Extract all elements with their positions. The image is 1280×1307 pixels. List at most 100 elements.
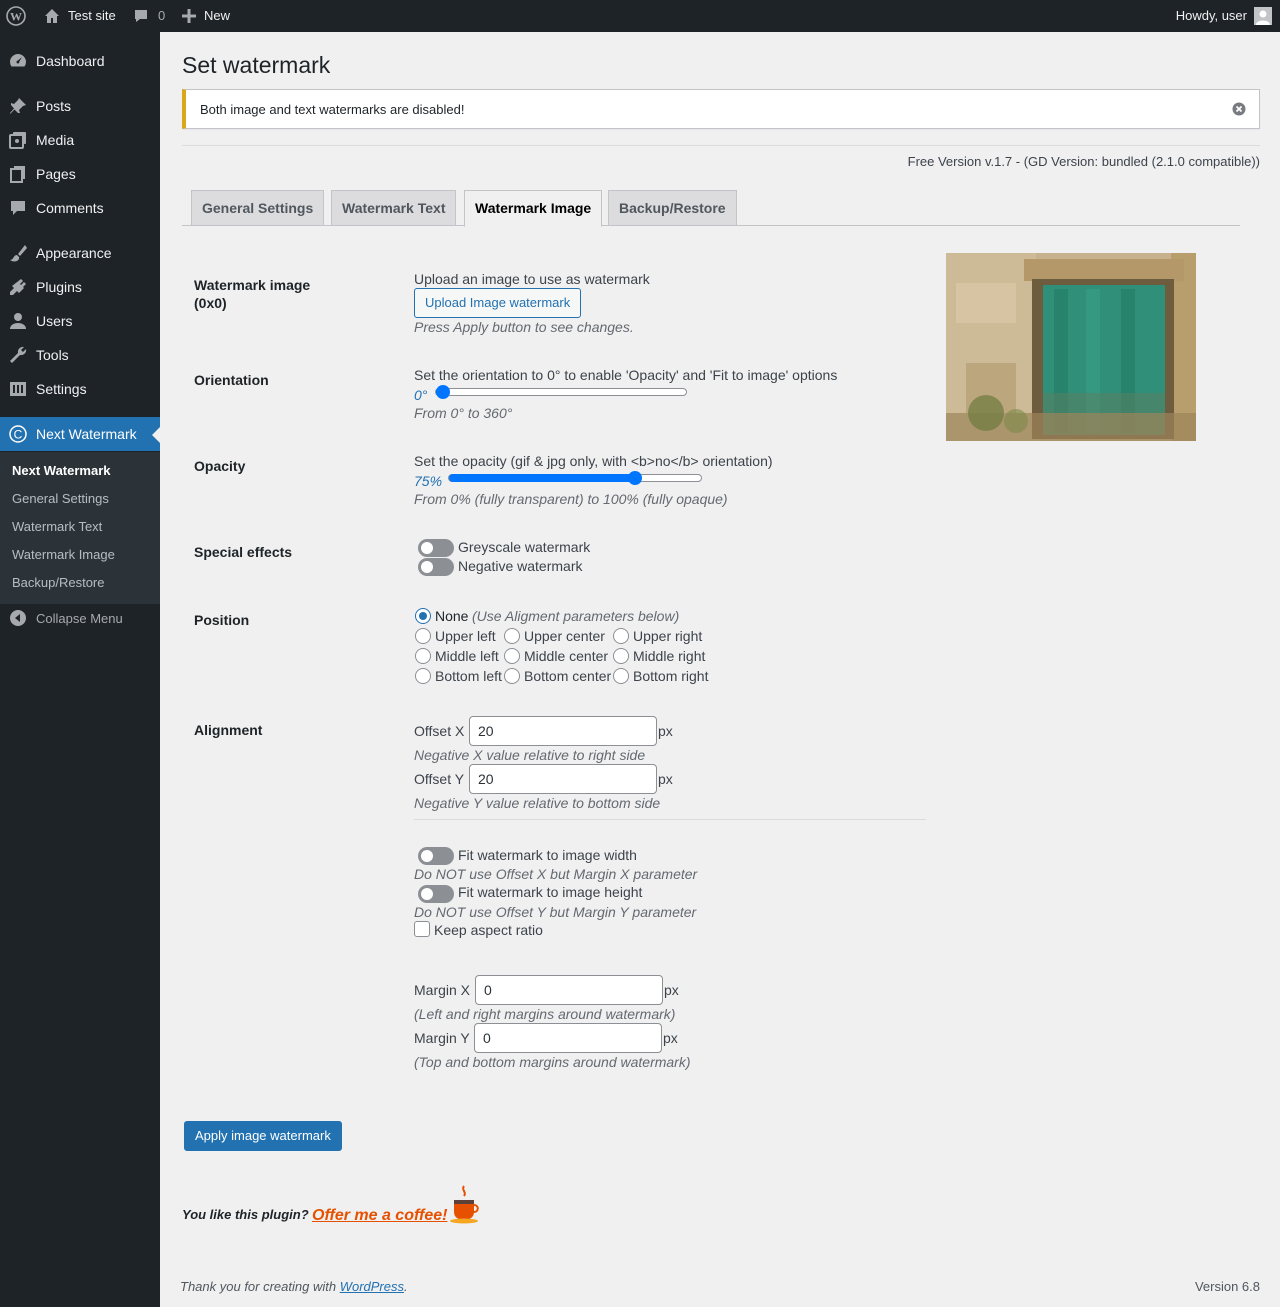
margin-x-input[interactable]: 0: [475, 975, 663, 1005]
opacity-slider[interactable]: [448, 471, 702, 485]
copyright-icon: C: [0, 424, 36, 444]
new-content-link[interactable]: New: [182, 0, 230, 32]
opacity-slider-thumb[interactable]: [628, 471, 642, 485]
sidebar-item-posts[interactable]: Posts: [0, 89, 160, 123]
dismiss-icon[interactable]: [1231, 101, 1247, 117]
submenu-item-next-watermark[interactable]: Next Watermark: [12, 463, 111, 478]
comment-icon: [0, 198, 36, 218]
howdy-text: Howdy, user: [1175, 8, 1247, 23]
tab-watermark-image[interactable]: Watermark Image: [464, 190, 603, 227]
sidebar-item-pages[interactable]: Pages: [0, 157, 160, 191]
next-watermark-submenu: Next Watermark General Settings Watermar…: [0, 452, 160, 604]
comment-bubble-icon: [133, 8, 149, 24]
offer-coffee-link[interactable]: Offer me a coffee!: [312, 1207, 447, 1225]
margin-x-hint: (Left and right margins around watermark…: [414, 1006, 676, 1022]
fit-height-toggle[interactable]: [418, 885, 454, 903]
sidebar-item-appearance[interactable]: Appearance: [0, 236, 160, 270]
opacity-hint: From 0% (fully transparent) to 100% (ful…: [414, 491, 728, 507]
position-upper-center-label: Upper center: [524, 628, 605, 644]
position-bottom-right-label: Bottom right: [633, 668, 709, 684]
submenu-item-general-settings[interactable]: General Settings: [12, 491, 109, 506]
position-none-radio[interactable]: [415, 608, 431, 624]
sidebar-item-next-watermark[interactable]: C Next Watermark: [0, 417, 160, 451]
offset-x-input[interactable]: 20: [469, 716, 657, 746]
keep-aspect-checkbox[interactable]: [414, 921, 430, 937]
watermark-preview-image: [946, 253, 1196, 441]
position-middle-left-radio[interactable]: [415, 648, 431, 664]
sidebar-item-label: Users: [36, 313, 73, 329]
margin-y-label: Margin Y: [414, 1030, 470, 1046]
site-name-link[interactable]: Test site: [44, 0, 116, 32]
warning-notice: Both image and text watermarks are disab…: [182, 89, 1260, 129]
fit-width-toggle[interactable]: [418, 847, 454, 865]
apply-hint: Press Apply button to see changes.: [414, 319, 634, 335]
position-none-hint: (Use Aligment parameters below): [472, 608, 680, 624]
collapse-arrow-icon: [0, 609, 36, 627]
submenu-item-watermark-text[interactable]: Watermark Text: [12, 519, 102, 534]
offset-x-hint: Negative X value relative to right side: [414, 747, 646, 763]
orientation-slider-thumb[interactable]: [436, 385, 450, 399]
tab-watermark-text[interactable]: Watermark Text: [331, 190, 457, 226]
sidebar-item-users[interactable]: Users: [0, 304, 160, 338]
greyscale-toggle[interactable]: [418, 539, 454, 557]
site-name: Test site: [68, 8, 116, 23]
apply-image-watermark-button[interactable]: Apply image watermark: [184, 1121, 342, 1151]
position-bottom-center-label: Bottom center: [524, 668, 612, 684]
position-middle-right-radio[interactable]: [613, 648, 629, 664]
position-upper-left-label: Upper left: [435, 628, 496, 644]
orientation-slider[interactable]: [435, 385, 687, 399]
upload-image-watermark-button[interactable]: Upload Image watermark: [414, 288, 582, 318]
sidebar-item-label: Pages: [36, 166, 76, 182]
notice-text: Both image and text watermarks are disab…: [200, 102, 465, 117]
user-icon: [0, 311, 36, 331]
position-bottom-right-radio[interactable]: [613, 668, 629, 684]
offset-y-label: Offset Y: [414, 771, 465, 787]
wordpress-logo-icon[interactable]: W: [6, 0, 26, 32]
sidebar-item-comments[interactable]: Comments: [0, 191, 160, 225]
negative-toggle[interactable]: [418, 558, 454, 576]
alignment-separator: [414, 819, 926, 820]
sidebar-item-tools[interactable]: Tools: [0, 338, 160, 372]
fit-height-label: Fit watermark to image height: [458, 884, 643, 900]
sidebar-item-settings[interactable]: Settings: [0, 372, 160, 406]
position-upper-center-radio[interactable]: [504, 628, 520, 644]
position-upper-right-radio[interactable]: [613, 628, 629, 644]
position-upper-left-radio[interactable]: [415, 628, 431, 644]
version-info: Free Version v.1.7 - (GD Version: bundle…: [907, 154, 1260, 169]
greyscale-label: Greyscale watermark: [458, 539, 591, 555]
margin-x-unit: px: [664, 982, 679, 998]
wordpress-link[interactable]: WordPress: [340, 1279, 404, 1294]
collapse-menu-button[interactable]: Collapse Menu: [0, 601, 160, 635]
margin-y-unit: px: [663, 1030, 678, 1046]
tab-backup-restore[interactable]: Backup/Restore: [608, 190, 737, 226]
svg-text:W: W: [10, 10, 22, 24]
position-middle-center-radio[interactable]: [504, 648, 520, 664]
fit-width-label: Fit watermark to image width: [458, 847, 637, 863]
sidebar-item-label: Plugins: [36, 279, 82, 295]
margin-y-input[interactable]: 0: [474, 1023, 662, 1053]
offset-x-unit: px: [658, 723, 673, 739]
submenu-item-backup-restore[interactable]: Backup/Restore: [12, 575, 105, 590]
sidebar-item-label: Media: [36, 132, 75, 148]
watermark-image-intro: Upload an image to use as watermark: [414, 271, 650, 287]
margin-y-hint: (Top and bottom margins around watermark…: [414, 1054, 691, 1070]
offset-y-input[interactable]: 20: [469, 764, 657, 794]
sidebar-item-label: Posts: [36, 98, 72, 114]
submenu-item-watermark-image[interactable]: Watermark Image: [12, 547, 115, 562]
sidebar-item-media[interactable]: Media: [0, 123, 160, 157]
sidebar-item-label: Next Watermark: [36, 426, 137, 442]
position-middle-right-label: Middle right: [633, 648, 706, 664]
tab-general-settings[interactable]: General Settings: [191, 190, 325, 226]
sidebar-item-plugins[interactable]: Plugins: [0, 270, 160, 304]
my-account-link[interactable]: Howdy, user: [1176, 0, 1272, 32]
sidebar-item-label: Settings: [36, 381, 87, 397]
sidebar-item-dashboard[interactable]: Dashboard: [0, 44, 160, 78]
negative-label: Negative watermark: [458, 558, 583, 574]
position-bottom-left-radio[interactable]: [415, 668, 431, 684]
margin-x-label: Margin X: [414, 982, 471, 998]
opacity-intro: Set the opacity (gif & jpg only, with <b…: [414, 453, 773, 469]
position-bottom-center-radio[interactable]: [504, 668, 520, 684]
footer-version: Version 6.8: [1194, 1279, 1260, 1294]
comments-link[interactable]: 0: [133, 0, 165, 32]
position-upper-right-label: Upper right: [633, 628, 703, 644]
